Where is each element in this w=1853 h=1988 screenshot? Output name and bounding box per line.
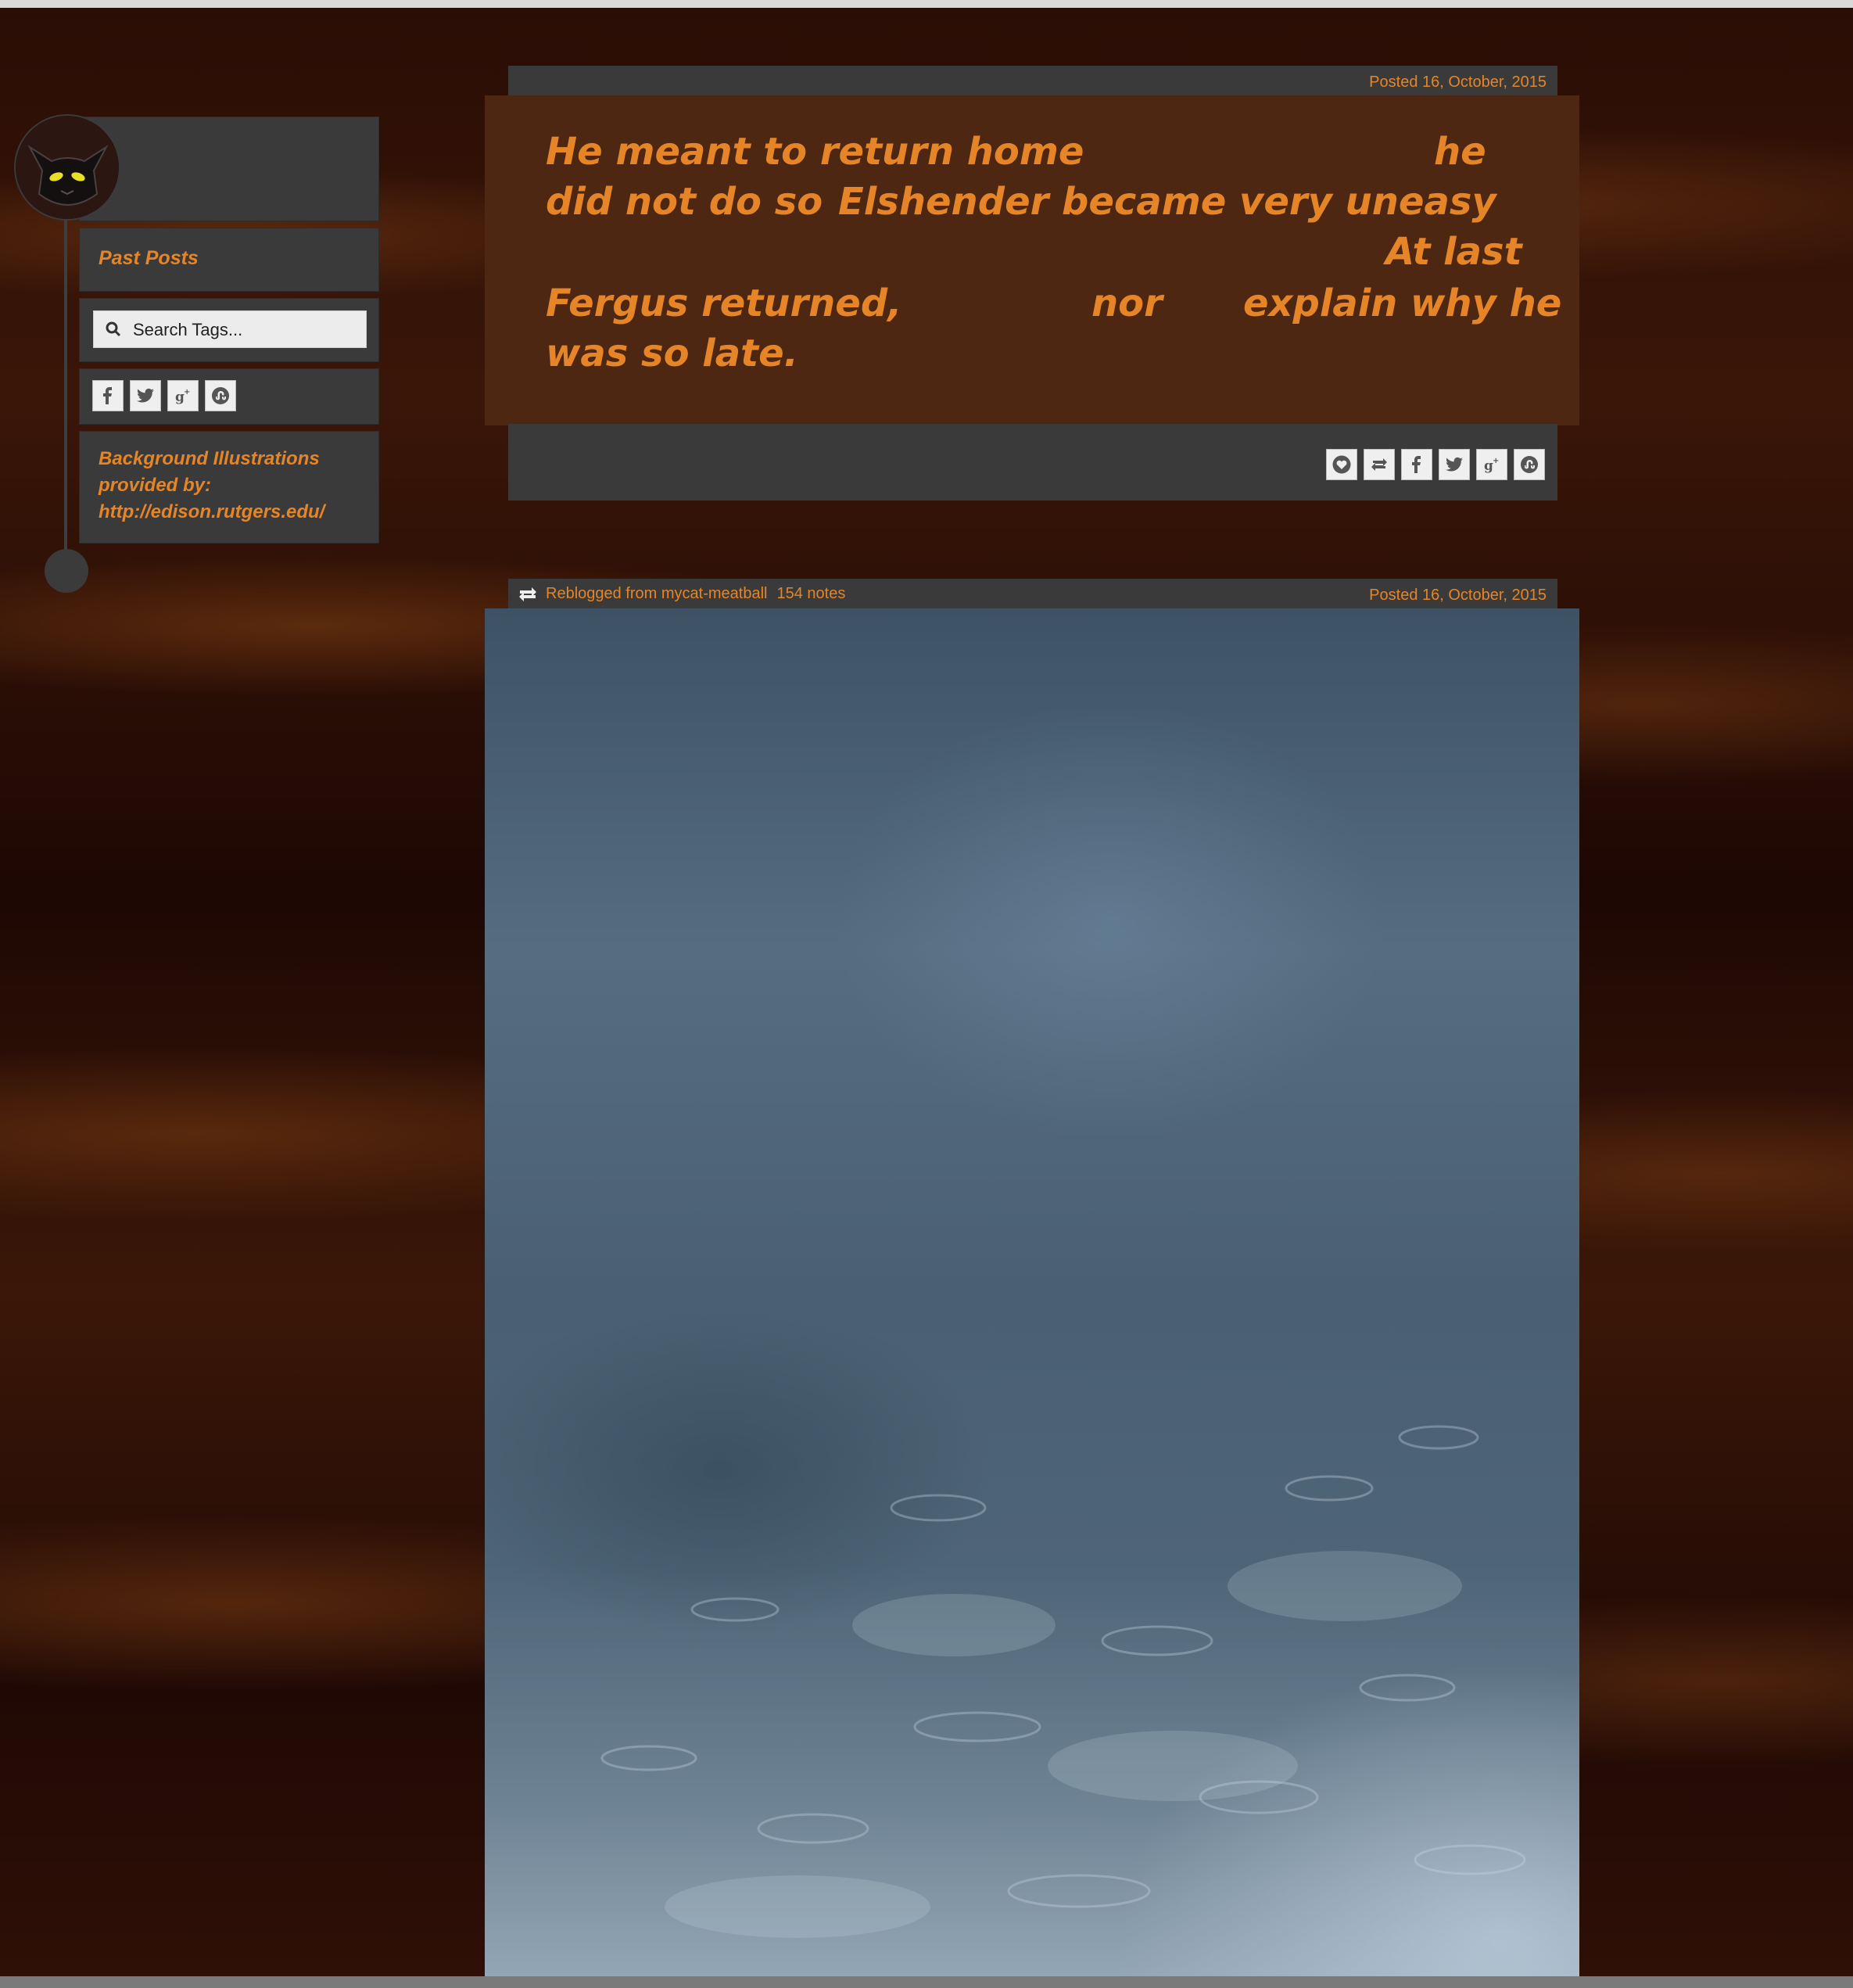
quote-text: At last [1385, 230, 1522, 274]
quote-text: Fergus returned, [546, 282, 902, 325]
heart-icon[interactable] [1326, 449, 1357, 480]
search-panel [80, 299, 378, 361]
twitter-icon[interactable] [130, 380, 161, 411]
quote-text: explain why he [1243, 282, 1562, 325]
quote-text: Elshender became very uneasy [838, 180, 1496, 224]
notes-count[interactable]: 154 notes [776, 585, 845, 603]
facebook-icon[interactable] [1401, 449, 1432, 480]
browser-bottom-border [0, 1976, 1853, 1988]
credits-text: Background Illustrations provided by: ht… [99, 446, 364, 526]
past-posts-panel: Past Posts [80, 228, 378, 291]
quote-text: nor [1091, 282, 1163, 325]
quote-text: was so late. [546, 332, 798, 375]
reblogged-from-link[interactable]: Reblogged from mycat-meatball [546, 585, 767, 603]
search-tags-input[interactable] [131, 314, 361, 346]
browser-top-border [0, 0, 1853, 8]
post1-actions: g + [1326, 449, 1545, 480]
black-cat-icon [16, 116, 119, 219]
google-plus-icon[interactable]: g + [1476, 449, 1507, 480]
quote-text: did not do so [546, 180, 823, 224]
credits-line-2: provided by: [99, 475, 212, 496]
credits-line-1: Background Illustrations [99, 448, 320, 469]
stumbleupon-icon[interactable] [205, 380, 236, 411]
reblog-info: Reblogged from mycat-meatball 154 notes [518, 585, 845, 603]
post1-header: Posted 16, October, 2015 [508, 66, 1557, 97]
stumbleupon-icon[interactable] [1514, 449, 1545, 480]
google-plus-icon[interactable]: g + [167, 380, 199, 411]
avatar[interactable] [16, 116, 119, 219]
post2-date[interactable]: Posted 16, October, 2015 [1369, 587, 1547, 605]
credits-link[interactable]: http://edison.rutgers.edu/ [99, 499, 364, 526]
post1-quote: He meant to return home he did not do so… [485, 95, 1579, 425]
post1-footer: g + [508, 424, 1557, 501]
quote-text: he [1434, 130, 1486, 174]
search-icon [106, 321, 121, 337]
search-box[interactable] [93, 310, 367, 348]
timeline-end-dot [45, 549, 88, 593]
post2-header: Reblogged from mycat-meatball 154 notes … [508, 579, 1557, 610]
rain-ripples-image [600, 1425, 1526, 1938]
credits-panel: Background Illustrations provided by: ht… [80, 432, 378, 543]
svg-text:+: + [1493, 457, 1499, 465]
post2-photo-rain-on-water[interactable] [485, 608, 1579, 1976]
reblog-icon [518, 586, 538, 603]
reblog-icon[interactable] [1364, 449, 1395, 480]
facebook-icon[interactable] [92, 380, 124, 411]
past-posts-link[interactable]: Past Posts [99, 247, 199, 270]
social-panel: g + [80, 369, 378, 424]
post1-date[interactable]: Posted 16, October, 2015 [1369, 74, 1547, 92]
quote-text: He meant to return home [546, 130, 1084, 174]
svg-text:+: + [184, 388, 190, 397]
sidebar-header [80, 117, 378, 221]
twitter-icon[interactable] [1439, 449, 1470, 480]
